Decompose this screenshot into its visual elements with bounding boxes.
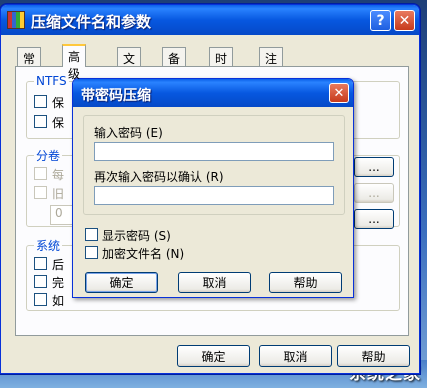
password-ok-button[interactable]: 确定 [85,272,158,293]
tab-files[interactable]: 文件 [117,47,142,83]
password-dialog: 带密码压缩 ✕ 输入密码 (E) 再次输入密码以确认 (R) 显示密码 (S) … [72,78,354,298]
password-help-button[interactable]: 帮助 [269,272,342,293]
confirm-password-input[interactable] [94,186,334,205]
set-password-button[interactable]: ... [354,209,394,229]
password-label: 输入密码 (E) [94,126,163,140]
window-titlebar: 压缩文件名和参数 ? ✕ [1,5,419,35]
help-bottom-button[interactable]: 帮助 [337,345,410,367]
show-password-label: 显示密码 (S) [102,229,171,243]
tab-general[interactable]: 常规 [17,47,42,83]
volume-option-2-checkbox[interactable] [34,186,47,199]
window-title: 压缩文件名和参数 [31,13,152,31]
tab-backup[interactable]: 备份 [162,47,187,83]
show-password-checkbox[interactable] [85,228,98,241]
help-button[interactable]: ? [370,10,391,31]
system-option-1-checkbox[interactable] [34,257,47,270]
system-option-3-label: 如 [52,294,65,308]
confirm-password-label: 再次输入密码以确认 (R) [94,170,224,184]
password-input[interactable] [94,142,334,161]
system-option-1-label: 后 [52,258,65,272]
password-dialog-close-button[interactable]: ✕ [329,83,349,103]
encrypt-filenames-label: 加密文件名 (N) [102,247,185,261]
password-dialog-titlebar: 带密码压缩 ✕ [73,79,353,107]
system-option-2-label: 完 [52,276,65,290]
volume-option-1-label: 每 [52,168,65,182]
system-option-3-checkbox[interactable] [34,293,47,306]
password-fields-group: 输入密码 (E) 再次输入密码以确认 (R) [83,115,345,215]
volume-option-1-checkbox[interactable] [34,167,47,180]
compression-settings-button[interactable]: ... [354,157,394,177]
ntfs-option-1-label: 保 [52,96,65,110]
ntfs-group-label: NTFS [34,74,69,88]
winrar-icon [7,11,25,29]
tab-advanced[interactable]: 高级 [62,44,87,81]
system-group-label: 系统 [34,237,63,254]
tab-comment[interactable]: 注释 [259,47,284,83]
system-option-2-checkbox[interactable] [34,275,47,288]
encrypt-filenames-checkbox[interactable] [85,246,98,259]
volume-option-2-label: 旧 [52,187,65,201]
ntfs-option-2-checkbox[interactable] [34,115,47,128]
cancel-button[interactable]: 取消 [259,345,332,367]
tab-time[interactable]: 时间 [209,47,234,83]
password-cancel-button[interactable]: 取消 [178,272,251,293]
ok-button[interactable]: 确定 [177,345,250,367]
password-dialog-title: 带密码压缩 [81,88,151,104]
sfx-options-button[interactable]: ... [354,183,394,203]
ntfs-option-1-checkbox[interactable] [34,95,47,108]
volume-group-label: 分卷 [34,147,63,164]
close-button[interactable]: ✕ [394,10,415,31]
ntfs-option-2-label: 保 [52,116,65,130]
